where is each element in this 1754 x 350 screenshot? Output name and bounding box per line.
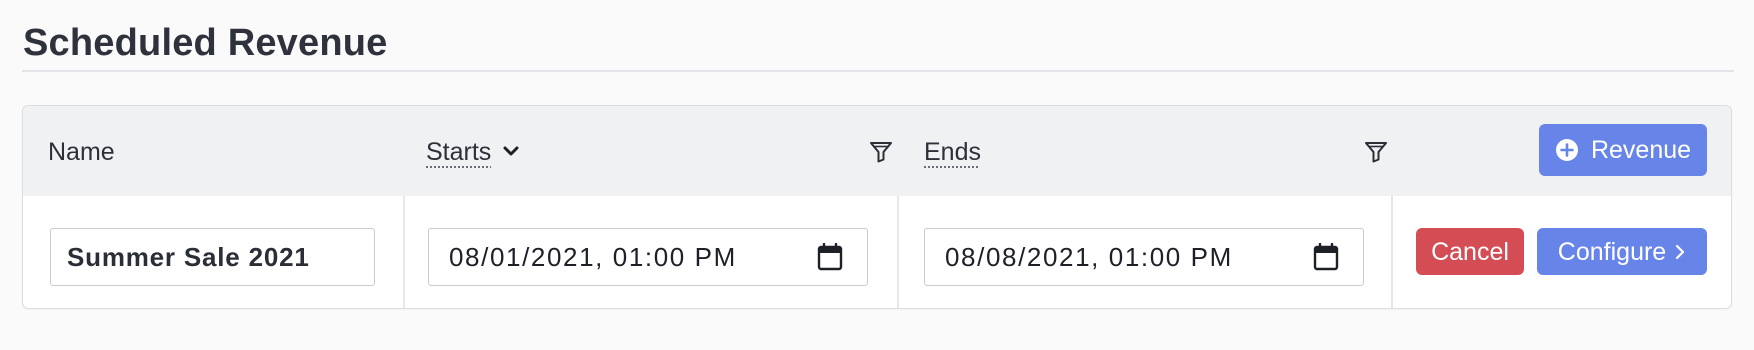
page-title: Scheduled Revenue <box>23 22 388 64</box>
add-revenue-button[interactable]: Revenue <box>1539 124 1707 176</box>
cell-actions: Cancel Configure <box>1391 196 1731 308</box>
column-header-ends: Ends <box>897 106 1391 196</box>
cell-starts: 08/01/2021, 01:00 PM <box>403 196 897 308</box>
table-row: Summer Sale 2021 08/01/2021, 01:00 PM 08… <box>23 196 1731 308</box>
title-divider <box>22 70 1734 72</box>
chevron-right-icon <box>1676 244 1685 259</box>
plus-circle-icon <box>1555 139 1578 161</box>
column-label-ends[interactable]: Ends <box>924 137 981 167</box>
ends-datetime-value: 08/08/2021, 01:00 PM <box>945 241 1233 272</box>
configure-button[interactable]: Configure <box>1537 228 1707 275</box>
add-revenue-label: Revenue <box>1590 136 1692 164</box>
revenue-table: Name Starts Ends Revenue Summer Sale 202… <box>22 105 1732 309</box>
cell-ends: 08/08/2021, 01:00 PM <box>897 196 1391 308</box>
column-divider <box>897 196 899 308</box>
filter-funnel-icon[interactable] <box>868 139 894 165</box>
name-input-value: Summer Sale 2021 <box>67 241 310 272</box>
starts-datetime-value: 08/01/2021, 01:00 PM <box>449 241 737 272</box>
column-label-name: Name <box>48 138 115 166</box>
cancel-button[interactable]: Cancel <box>1416 228 1524 275</box>
cell-name: Summer Sale 2021 <box>23 196 403 308</box>
chevron-down-icon[interactable] <box>501 141 521 161</box>
calendar-icon[interactable] <box>817 243 843 271</box>
column-label-starts[interactable]: Starts <box>426 137 491 167</box>
ends-datetime-input[interactable]: 08/08/2021, 01:00 PM <box>924 228 1364 286</box>
name-input[interactable]: Summer Sale 2021 <box>50 228 375 286</box>
starts-datetime-input[interactable]: 08/01/2021, 01:00 PM <box>428 228 868 286</box>
configure-button-label: Configure <box>1557 237 1667 266</box>
cancel-button-label: Cancel <box>1431 237 1509 266</box>
column-header-actions: Revenue <box>1391 106 1731 196</box>
filter-funnel-icon[interactable] <box>1363 139 1389 165</box>
calendar-icon[interactable] <box>1313 243 1339 271</box>
column-header-starts: Starts <box>403 106 897 196</box>
column-header-name: Name <box>23 106 403 196</box>
column-divider <box>1391 196 1393 308</box>
table-header-row: Name Starts Ends Revenue <box>23 106 1731 196</box>
column-divider <box>403 196 405 308</box>
